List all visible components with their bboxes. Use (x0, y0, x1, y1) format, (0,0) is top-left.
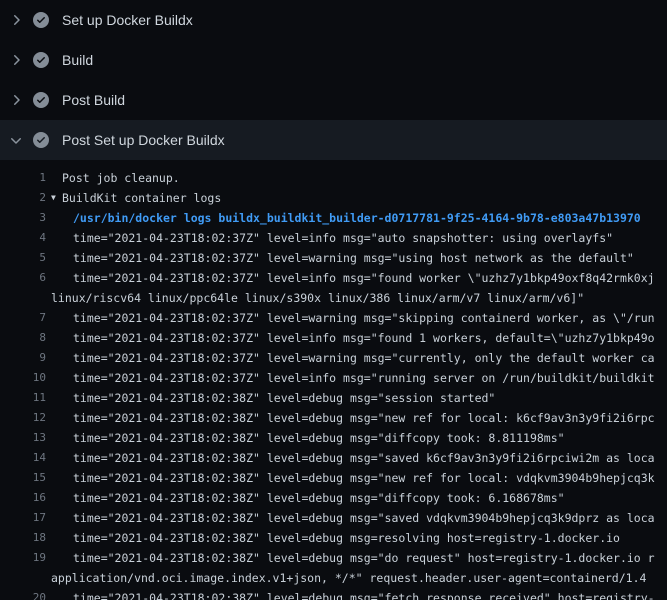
log-line-number[interactable]: 18 (0, 528, 46, 548)
log-line: 1Post job cleanup. (0, 168, 667, 188)
log-line-number[interactable]: 6 (0, 268, 46, 288)
log-line-number[interactable]: 9 (0, 348, 46, 368)
group-caret-icon[interactable]: ▼ (51, 188, 62, 208)
log-line: 18time="2021-04-23T18:02:38Z" level=debu… (0, 528, 667, 548)
log-line: 16time="2021-04-23T18:02:38Z" level=debu… (0, 488, 667, 508)
log-line: 4time="2021-04-23T18:02:37Z" level=info … (0, 228, 667, 248)
log-group-label[interactable]: BuildKit container logs (62, 191, 221, 205)
chevron-right-icon[interactable] (8, 52, 24, 68)
log-text: time="2021-04-23T18:02:37Z" level=warnin… (51, 348, 655, 368)
log-line-number[interactable]: 7 (0, 308, 46, 328)
chevron-right-icon[interactable] (8, 12, 24, 28)
log-text: linux/riscv64 linux/ppc64le linux/s390x … (51, 288, 584, 308)
log-line-number[interactable]: 15 (0, 468, 46, 488)
log-line: 20 time="2021-04-23T18:02:38Z" level=debu… (0, 588, 667, 600)
log-line-number (0, 568, 46, 588)
log-line: 2▼BuildKit container logs (0, 188, 667, 208)
check-circle-icon (33, 92, 49, 108)
step-row-post-set-up-docker-buildx[interactable]: Post Set up Docker Buildx (0, 120, 667, 160)
step-row-set-up-docker-buildx[interactable]: Set up Docker Buildx (0, 0, 667, 40)
log-text: time="2021-04-23T18:02:38Z" level=debug … (51, 468, 655, 488)
log-line: 17time="2021-04-23T18:02:38Z" level=debu… (0, 508, 667, 528)
step-list: Set up Docker Buildx Build Post Build Post … (0, 0, 667, 160)
log-line-number (0, 288, 46, 308)
log-line-number[interactable]: 3 (0, 208, 46, 228)
log-text: time="2021-04-23T18:02:38Z" level=debug … (51, 528, 620, 548)
log-text: time="2021-04-23T18:02:37Z" level=info m… (51, 368, 655, 388)
log-line: 6time="2021-04-23T18:02:37Z" level=info … (0, 268, 667, 288)
log-line-number[interactable]: 17 (0, 508, 46, 528)
log-line: 5time="2021-04-23T18:02:37Z" level=warni… (0, 248, 667, 268)
log-line-number[interactable]: 13 (0, 428, 46, 448)
step-title: Build (62, 52, 93, 68)
log-line-number[interactable]: 4 (0, 228, 46, 248)
log-line: 13time="2021-04-23T18:02:38Z" level=debu… (0, 428, 667, 448)
actions-log-viewer: Set up Docker Buildx Build Post Build Post … (0, 0, 667, 600)
log-text: time="2021-04-23T18:02:37Z" level=info m… (51, 328, 655, 348)
log-output: 1Post job cleanup.2▼BuildKit container l… (0, 160, 667, 600)
log-line-number[interactable]: 19 (0, 548, 46, 568)
chevron-right-icon[interactable] (8, 92, 24, 108)
log-text: time="2021-04-23T18:02:38Z" level=debug … (51, 588, 655, 600)
log-text: time="2021-04-23T18:02:37Z" level=warnin… (51, 308, 655, 328)
log-line-number[interactable]: 14 (0, 448, 46, 468)
log-line-number[interactable]: 8 (0, 328, 46, 348)
log-line: 14time="2021-04-23T18:02:38Z" level=debu… (0, 448, 667, 468)
log-line: 3/usr/bin/docker logs buildx_buildkit_bu… (0, 208, 667, 228)
log-line-continuation: linux/riscv64 linux/ppc64le linux/s390x … (0, 288, 667, 308)
log-line-number[interactable]: 11 (0, 388, 46, 408)
log-text: application/vnd.oci.image.index.v1+json,… (51, 568, 646, 588)
log-line: 10time="2021-04-23T18:02:37Z" level=info… (0, 368, 667, 388)
step-title: Post Build (62, 92, 125, 108)
log-text: time="2021-04-23T18:02:38Z" level=debug … (51, 508, 655, 528)
check-circle-icon (33, 52, 49, 68)
log-text: time="2021-04-23T18:02:38Z" level=debug … (51, 428, 565, 448)
log-line: 7time="2021-04-23T18:02:37Z" level=warni… (0, 308, 667, 328)
log-line-continuation: application/vnd.oci.image.index.v1+json,… (0, 568, 667, 588)
log-command-text: /usr/bin/docker logs buildx_buildkit_bui… (51, 208, 641, 228)
step-title: Post Set up Docker Buildx (62, 132, 225, 148)
log-line: 12time="2021-04-23T18:02:38Z" level=debu… (0, 408, 667, 428)
log-text: time="2021-04-23T18:02:37Z" level=info m… (51, 228, 613, 248)
log-line-number[interactable]: 5 (0, 248, 46, 268)
check-circle-icon (33, 12, 49, 28)
log-line-number[interactable]: 16 (0, 488, 46, 508)
log-line-number[interactable]: 2 (0, 188, 46, 208)
log-line: 9time="2021-04-23T18:02:37Z" level=warni… (0, 348, 667, 368)
step-title: Set up Docker Buildx (62, 12, 193, 28)
log-text: Post job cleanup. (51, 168, 180, 188)
step-row-post-build[interactable]: Post Build (0, 80, 667, 120)
log-line-number[interactable]: 12 (0, 408, 46, 428)
log-line-number[interactable]: 20 (0, 588, 46, 600)
check-circle-icon (33, 132, 49, 148)
log-line-number[interactable]: 1 (0, 168, 46, 188)
log-line: 8time="2021-04-23T18:02:37Z" level=info … (0, 328, 667, 348)
step-row-build[interactable]: Build (0, 40, 667, 80)
log-text: time="2021-04-23T18:02:38Z" level=debug … (51, 548, 655, 568)
chevron-down-icon[interactable] (8, 132, 24, 148)
log-text: time="2021-04-23T18:02:37Z" level=info m… (51, 268, 655, 288)
log-group-toggle[interactable]: ▼BuildKit container logs (51, 188, 221, 208)
log-line: 19time="2021-04-23T18:02:38Z" level=debu… (0, 548, 667, 568)
log-text: time="2021-04-23T18:02:37Z" level=warnin… (51, 248, 634, 268)
log-line-number[interactable]: 10 (0, 368, 46, 388)
log-text: time="2021-04-23T18:02:38Z" level=debug … (51, 408, 655, 428)
log-line: 15time="2021-04-23T18:02:38Z" level=debu… (0, 468, 667, 488)
log-line: 11time="2021-04-23T18:02:38Z" level=debu… (0, 388, 667, 408)
log-text: time="2021-04-23T18:02:38Z" level=debug … (51, 488, 565, 508)
log-text: time="2021-04-23T18:02:38Z" level=debug … (51, 388, 495, 408)
log-text: time="2021-04-23T18:02:38Z" level=debug … (51, 448, 655, 468)
